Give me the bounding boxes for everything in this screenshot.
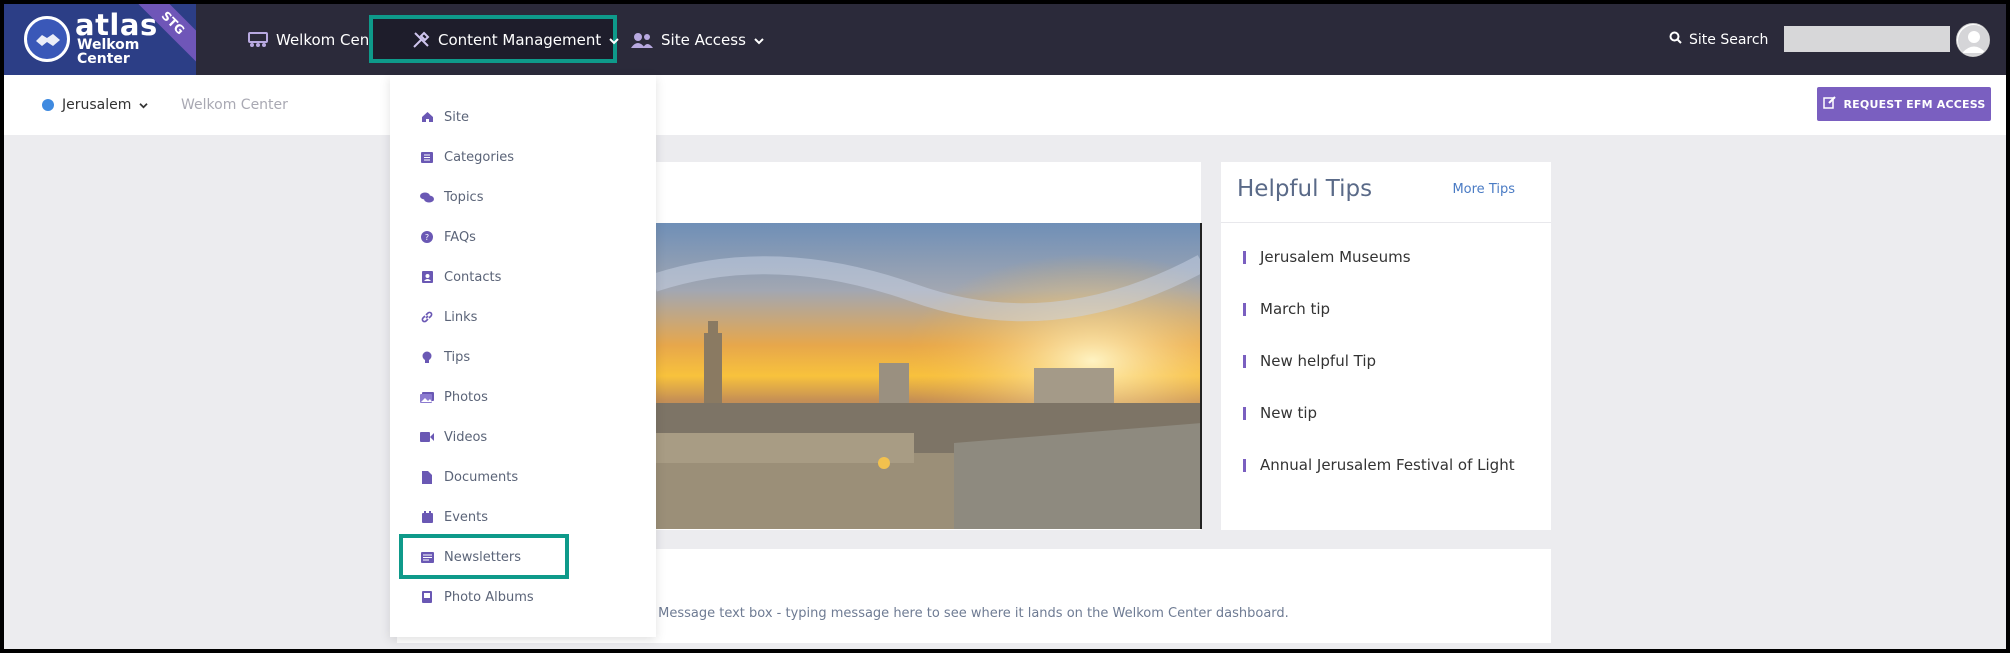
images-icon (420, 391, 434, 403)
list-icon (420, 151, 434, 163)
tip-item[interactable]: New helpful Tip (1243, 352, 1376, 370)
user-name-redacted (1784, 26, 1950, 52)
location-dot-icon (42, 99, 54, 111)
edit-icon (1822, 96, 1836, 112)
site-search-button[interactable]: Site Search (1669, 4, 1768, 75)
tip-label: New helpful Tip (1260, 352, 1377, 370)
top-navigation-bar: atlas Welkom Center STG Welkom Center Co… (4, 4, 2006, 75)
handshake-globe-icon (24, 16, 70, 62)
lightbulb-icon (420, 351, 434, 364)
nav-site-access[interactable]: Site Access (631, 4, 764, 75)
home-icon (420, 111, 434, 123)
app-frame: atlas Welkom Center STG Welkom Center Co… (4, 4, 2006, 649)
tip-bullet (1243, 458, 1246, 472)
tip-bullet (1243, 250, 1246, 264)
search-icon (1669, 31, 1682, 48)
chevron-down-icon (754, 31, 764, 49)
tip-label: March tip (1260, 300, 1331, 318)
users-icon (631, 32, 653, 48)
location-selector[interactable]: Jerusalem (42, 75, 149, 135)
menu-item-site[interactable]: Site (420, 108, 469, 126)
menu-item-label: Topics (444, 189, 484, 205)
sub-header: Jerusalem Welkom Center REQUEST EFM ACCE… (4, 75, 2006, 135)
menu-item-contacts[interactable]: Contacts (420, 268, 501, 286)
menu-item-documents[interactable]: Documents (420, 468, 518, 486)
menu-item-events[interactable]: Events (420, 508, 488, 526)
menu-item-label: Videos (444, 429, 488, 445)
breadcrumb[interactable]: Welkom Center (181, 75, 288, 135)
chevron-down-icon (139, 97, 149, 113)
contact-card-icon (420, 271, 434, 283)
tip-item[interactable]: Annual Jerusalem Festival of Light (1243, 456, 1515, 474)
brand-logo[interactable]: atlas Welkom Center STG (4, 4, 196, 75)
brand-subtitle-line2: Center (77, 51, 130, 67)
menu-item-label: Categories (444, 149, 515, 165)
tip-item[interactable]: March tip (1243, 300, 1330, 318)
menu-item-label: Links (444, 309, 478, 325)
album-icon (420, 591, 434, 603)
menu-item-videos[interactable]: Videos (420, 428, 487, 446)
menu-item-label: Photo Albums (444, 589, 534, 605)
welkom-center-icon (248, 31, 268, 48)
menu-item-label: Documents (444, 469, 519, 485)
tip-label: Annual Jerusalem Festival of Light (1260, 456, 1515, 474)
tip-label: New tip (1260, 404, 1318, 422)
request-efm-access-label: REQUEST EFM ACCESS (1843, 97, 1986, 111)
nav-content-management-label: Content Management (438, 30, 602, 49)
location-label: Jerusalem (62, 97, 132, 113)
chevron-down-icon (609, 31, 619, 49)
tip-bullet (1243, 406, 1246, 420)
jerusalem-skyline-photo (654, 223, 1202, 529)
menu-item-faqs[interactable]: ? FAQs (420, 228, 476, 246)
tip-bullet (1243, 302, 1246, 316)
calendar-icon (420, 511, 434, 523)
document-icon (420, 470, 434, 484)
message-text: ld. Message text box - typing message he… (638, 606, 1289, 621)
menu-item-tips[interactable]: Tips (420, 348, 470, 366)
svg-text:?: ? (425, 233, 429, 242)
site-search-label: Site Search (1689, 31, 1769, 48)
video-icon (420, 432, 434, 442)
tip-label: Jerusalem Museums (1260, 248, 1411, 266)
nav-content-management[interactable]: Content Management (412, 4, 619, 75)
menu-item-label: Contacts (444, 269, 502, 285)
tip-item[interactable]: New tip (1243, 404, 1317, 422)
user-avatar[interactable] (1956, 23, 1990, 57)
menu-item-photo-albums[interactable]: Photo Albums (420, 588, 534, 606)
newsletters-highlight (399, 534, 569, 579)
divider (1221, 222, 1551, 223)
menu-item-photos[interactable]: Photos (420, 388, 488, 406)
menu-item-categories[interactable]: Categories (420, 148, 514, 166)
menu-item-label: Tips (444, 349, 471, 365)
tip-item[interactable]: Jerusalem Museums (1243, 248, 1411, 266)
helpful-tips-card: Helpful Tips More Tips Jerusalem Museums… (1221, 162, 1551, 530)
menu-item-links[interactable]: Links (420, 308, 477, 326)
brand-subtitle-line1: Welkom (77, 37, 140, 53)
user-icon (1958, 25, 1989, 56)
menu-item-label: Site (444, 109, 469, 125)
menu-item-label: FAQs (444, 229, 476, 245)
menu-item-topics[interactable]: Topics (420, 188, 483, 206)
menu-item-label: Photos (444, 389, 488, 405)
request-efm-access-button[interactable]: REQUEST EFM ACCESS (1817, 87, 1991, 121)
helpful-tips-title: Helpful Tips (1237, 176, 1373, 202)
comments-icon (420, 192, 434, 203)
question-circle-icon: ? (420, 231, 434, 243)
link-icon (420, 311, 434, 323)
tip-bullet (1243, 354, 1246, 368)
tools-icon (412, 31, 430, 49)
more-tips-link[interactable]: More Tips (1452, 182, 1515, 197)
menu-item-label: Events (444, 509, 489, 525)
nav-site-access-label: Site Access (661, 30, 746, 49)
brand-subtitle: Welkom Center (77, 38, 139, 66)
